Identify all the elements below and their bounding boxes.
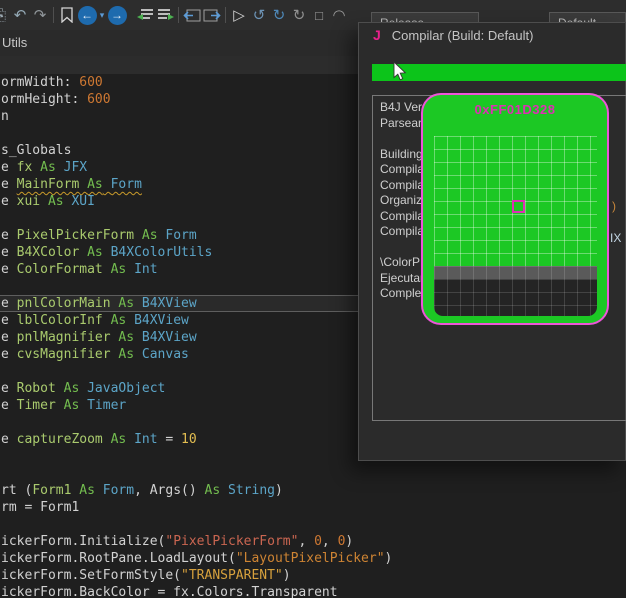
refresh-arc-icon[interactable]: ◠ [329, 3, 349, 27]
center-pixel-indicator [512, 200, 525, 213]
tab-utils[interactable]: Utils [2, 35, 27, 50]
ide-root: ⎘ ↶ ↷ ← ▾ → ▷ ↺ ↻ ↻ □ ◠ Release Default [0, 0, 626, 598]
code-line[interactable]: rm = Form1 [0, 499, 626, 516]
next-sub-icon[interactable] [202, 3, 222, 27]
code-line[interactable]: rt (Form1 As Form, Args() As String) [0, 482, 626, 499]
compile-progressbar [372, 64, 626, 81]
navigate-back-button[interactable]: ← [77, 3, 97, 27]
redo-icon[interactable]: ↷ [30, 3, 50, 27]
b4j-app-icon: J [373, 27, 381, 43]
code-line[interactable]: ickerForm.BackColor = fx.Colors.Transpar… [0, 584, 626, 598]
compile-window-titlebar[interactable]: J Compilar (Build: Default) [359, 23, 625, 47]
comment-block-icon[interactable] [135, 3, 155, 27]
run-button[interactable]: ▷ [229, 3, 249, 27]
back-arrow-icon: ← [78, 6, 97, 25]
toolbar-separator [225, 7, 226, 23]
bookmark-icon[interactable] [57, 3, 77, 27]
pixel-color-hex-label: 0xFF01D328 [423, 102, 607, 117]
navigate-forward-button[interactable]: → [107, 3, 127, 27]
code-line[interactable]: ickerForm.SetFormStyle("TRANSPARENT") [0, 567, 626, 584]
log-fragment-2: IX [610, 231, 621, 245]
stop-button[interactable]: □ [309, 3, 329, 27]
toolbar-separator [178, 7, 179, 23]
back-history-caret-icon[interactable]: ▾ [97, 3, 107, 27]
undo-icon[interactable]: ↶ [10, 3, 30, 27]
mouse-cursor [393, 61, 407, 86]
step-into-icon[interactable]: ↻ [269, 3, 289, 27]
resume-debug-icon[interactable]: ↺ [249, 3, 269, 27]
step-out-icon[interactable]: ↻ [289, 3, 309, 27]
paste-icon[interactable]: ⎘ [0, 3, 10, 27]
magnifier-grid [434, 136, 597, 316]
magnified-gray-row [434, 266, 597, 279]
previous-sub-icon[interactable] [182, 3, 202, 27]
code-line[interactable]: ickerForm.Initialize("PixelPickerForm", … [0, 533, 626, 550]
code-line[interactable]: ickerForm.RootPane.LoadLayout("LayoutPix… [0, 550, 626, 567]
compile-window-title: Compilar (Build: Default) [392, 28, 534, 43]
forward-arrow-icon: → [108, 6, 127, 25]
toolbar-separator [53, 7, 54, 23]
uncomment-block-icon[interactable] [155, 3, 175, 27]
pixel-picker-window[interactable]: 0xFF01D328 [421, 93, 609, 325]
log-fragment-1: ) [612, 199, 616, 213]
magnified-dark-region [434, 266, 597, 316]
